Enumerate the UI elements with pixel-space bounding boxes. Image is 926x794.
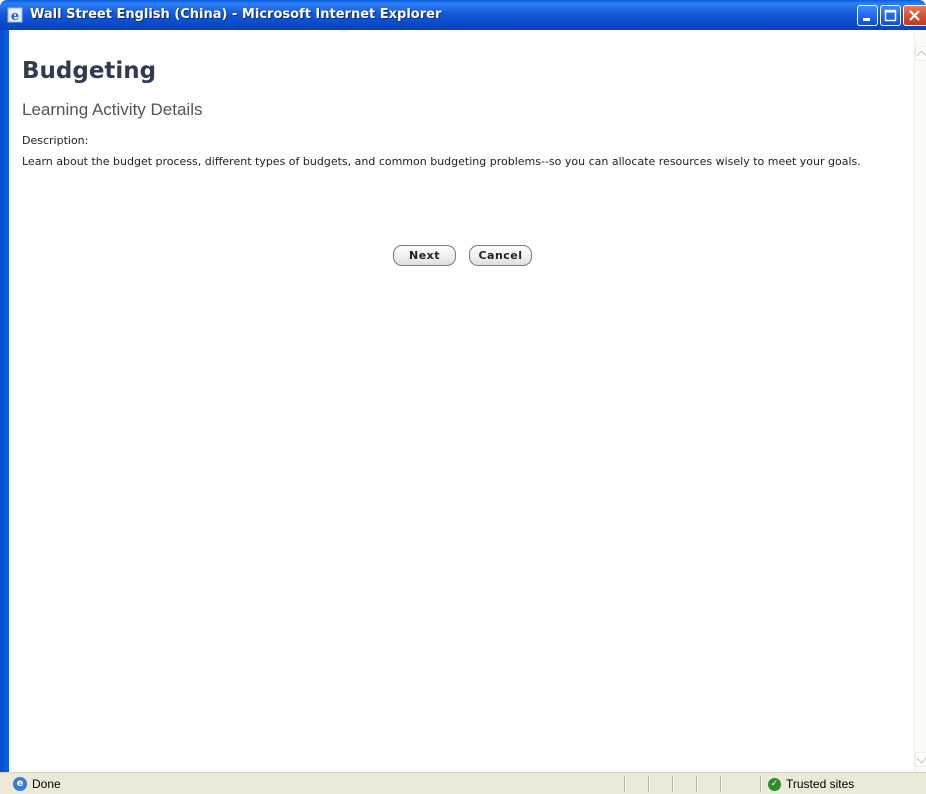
cancel-button[interactable]: Cancel <box>469 245 532 266</box>
status-divider <box>720 776 722 792</box>
page-content <box>9 30 914 772</box>
status-divider <box>760 776 762 792</box>
next-button[interactable]: Next <box>393 245 456 266</box>
maximize-button[interactable] <box>880 5 901 26</box>
close-icon <box>909 10 920 21</box>
status-bar: e Done ✓ Trusted sites <box>0 772 926 794</box>
ie-icon: e <box>7 7 23 23</box>
check-circle-icon: ✓ <box>768 778 781 791</box>
maximize-icon <box>884 9 897 22</box>
status-divider <box>672 776 674 792</box>
vertical-scrollbar[interactable] <box>914 30 926 772</box>
window-title: Wall Street English (China) - Microsoft … <box>30 7 442 22</box>
scroll-up-button[interactable] <box>915 46 926 61</box>
ie-page-icon: e <box>13 777 27 791</box>
status-text: Done <box>32 777 61 791</box>
minimize-button[interactable] <box>857 5 878 26</box>
description-label: Description: <box>22 134 89 147</box>
status-divider <box>648 776 650 792</box>
svg-text:e: e <box>11 9 19 23</box>
window-titlebar[interactable]: e Wall Street English (China) - Microsof… <box>0 0 926 30</box>
status-divider <box>624 776 626 792</box>
close-button[interactable] <box>903 5 926 26</box>
page-subtitle: Learning Activity Details <box>22 100 203 119</box>
scroll-down-button[interactable] <box>915 752 926 767</box>
minimize-icon <box>863 18 870 21</box>
status-divider <box>696 776 698 792</box>
chevron-down-icon <box>916 753 926 764</box>
page-title: Budgeting <box>22 58 157 84</box>
security-zone-label: Trusted sites <box>786 777 855 791</box>
chevron-up-icon <box>916 50 926 61</box>
description-text: Learn about the budget process, differen… <box>22 155 861 168</box>
